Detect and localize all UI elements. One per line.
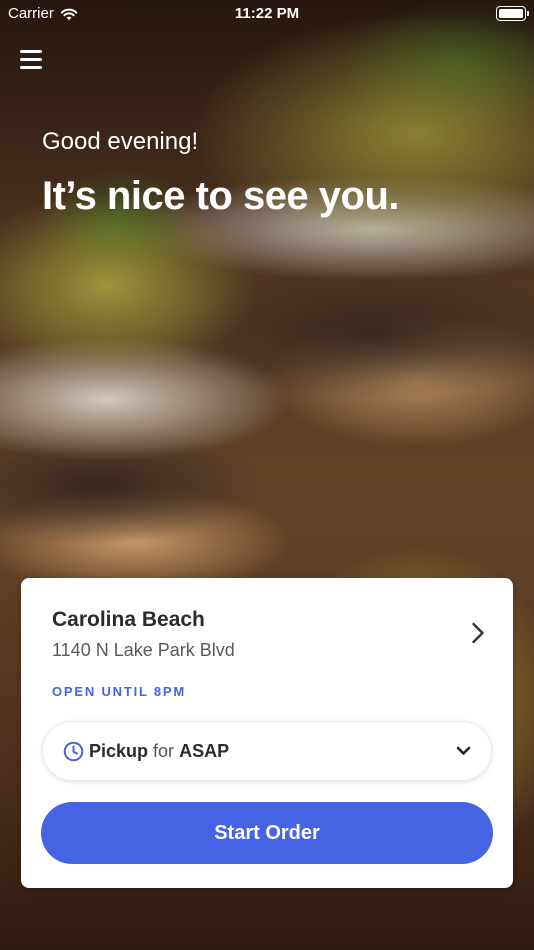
hamburger-menu-icon[interactable]	[20, 50, 42, 70]
order-mode-connector: for	[153, 740, 175, 761]
order-mode-selector[interactable]: Pickup for ASAP	[42, 721, 492, 781]
status-time: 11:22 PM	[234, 5, 300, 22]
order-mode-label: Pickup	[89, 740, 149, 761]
greeting-text: Good evening!	[42, 128, 199, 155]
headline-text: It’s nice to see you.	[42, 174, 400, 218]
clock-icon	[63, 741, 84, 761]
order-mode-text: Pickup for ASAP	[89, 741, 229, 762]
location-card: Carolina Beach 1140 N Lake Park Blvd OPE…	[21, 578, 513, 888]
chevron-down-icon	[456, 746, 471, 755]
chevron-right-icon[interactable]	[471, 622, 485, 644]
start-order-button[interactable]: Start Order	[41, 802, 493, 864]
location-name[interactable]: Carolina Beach	[52, 608, 205, 632]
open-hours-status: OPEN UNTIL 8PM	[52, 684, 187, 699]
location-address: 1140 N Lake Park Blvd	[52, 640, 235, 660]
battery-icon	[496, 6, 529, 21]
order-time-label: ASAP	[179, 740, 230, 761]
status-bar: Carrier 11:22 PM	[0, 0, 534, 28]
